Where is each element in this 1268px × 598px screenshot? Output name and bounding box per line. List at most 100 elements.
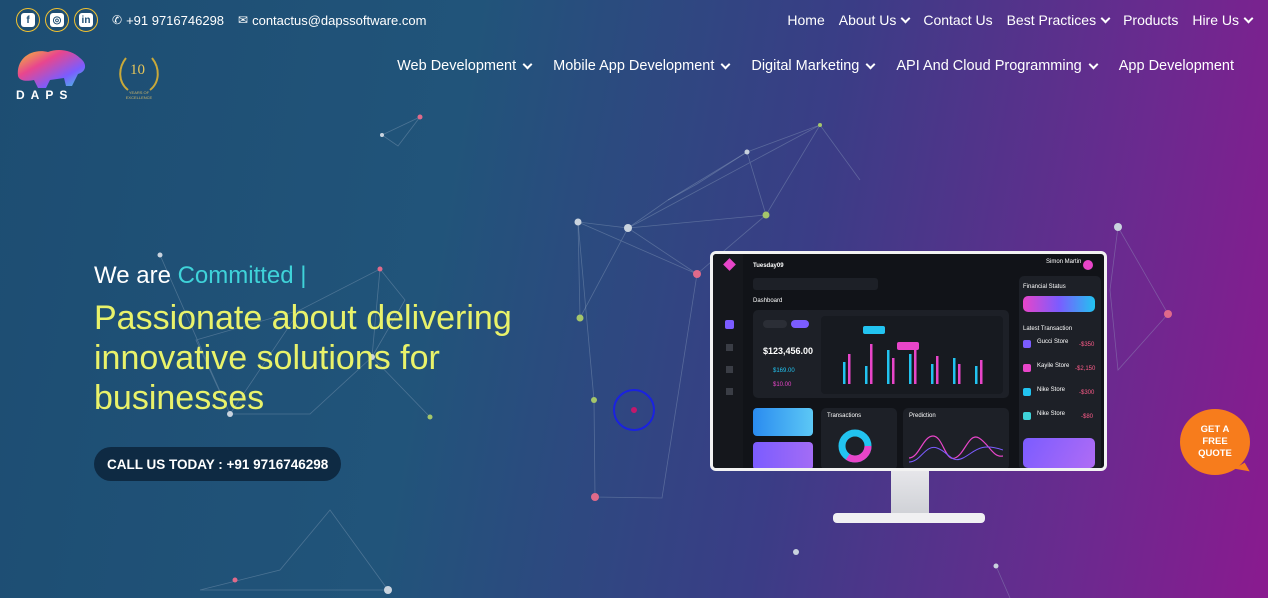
donut-chart [838,429,872,463]
nav-contact-us-label: Contact Us [923,12,993,28]
dash-search [753,278,878,290]
nav-contact-us[interactable]: Contact Us [923,12,992,28]
grid-icon [726,344,733,351]
wallet-icon [726,388,733,395]
social-links: f ◎ in [16,8,98,32]
transaction-amount: -$350 [1079,342,1095,348]
bar-mark [848,354,851,384]
nav-digital-marketing-label: Digital Marketing [751,58,860,74]
list-item[interactable]: Gucci Store -$350 [1023,338,1097,352]
transaction-name: Nike Store [1037,387,1066,393]
chevron-down-icon [1100,13,1111,23]
daps-logo[interactable]: DAPS [14,46,88,104]
financial-title: Financial Status [1023,284,1066,290]
hero-prefix: We are [94,262,178,289]
nav-home-label: Home [787,12,825,28]
prediction-panel: Prediction [903,408,1009,468]
card-blue [753,408,813,436]
transaction-name: Gucci Store [1037,339,1069,345]
transaction-amount: -$2,150 [1075,366,1096,372]
chevron-down-icon [720,59,731,69]
nav-home[interactable]: Home [787,12,824,28]
get-free-quote-button[interactable]: GET A FREE QUOTE [1180,409,1250,475]
bar-mark [914,348,917,384]
main-nav: Web Development Mobile App Development D… [397,58,1234,74]
dash-user: Simon Martin [1046,259,1082,265]
prediction-title: Prediction [909,413,936,419]
bar-mark [870,344,873,384]
envelope-icon: ✉ [238,13,249,27]
sub-value-1: $169.00 [773,368,795,374]
instagram-glyph: ◎ [50,13,64,27]
quote-line-3: QUOTE [1198,448,1232,459]
financial-card [1023,296,1095,312]
transactions-title: Transactions [827,413,862,419]
bar-mark [953,358,956,384]
nav-web-development[interactable]: Web Development [397,58,533,74]
award-badge: 10 YEARS OF EXCELLENCE [116,50,162,104]
chart-icon [726,366,733,373]
chevron-down-icon [865,59,876,69]
card-purple [753,442,813,468]
right-panel: Financial Status Latest Transaction Gucc… [1019,276,1101,468]
list-item[interactable]: Nike Store -$300 [1023,386,1097,400]
user-avatar [1083,260,1093,270]
nav-best-practices-label: Best Practices [1006,12,1097,28]
top-bar: f ◎ in ✆ +91 9716746298 ✉ contactus@daps… [16,7,1254,33]
bar-mark [936,356,939,384]
store-icon [1023,364,1031,372]
nav-products[interactable]: Products [1123,12,1178,28]
nav-app-development-label: App Development [1118,58,1234,74]
logo-text: DAPS [16,88,74,102]
bar-chart [821,316,1003,394]
bar-mark [892,358,895,384]
dashboard-sidebar [713,254,743,468]
call-us-button[interactable]: CALL US TODAY : +91 9716746298 [94,447,342,481]
email-link[interactable]: ✉ contactus@dapssoftware.com [238,13,426,28]
balance-panel: $123,456.00 $169.00 $10.00 [753,310,1009,398]
list-item[interactable]: Kayile Store -$2,150 [1023,362,1097,376]
home-icon [725,320,734,329]
nav-mobile-app-development[interactable]: Mobile App Development [553,58,731,74]
monitor-base [833,513,985,523]
monitor-neck [891,471,929,515]
bar-mark [843,362,846,384]
bar-mark [958,364,961,384]
nav-digital-marketing[interactable]: Digital Marketing [751,58,876,74]
list-item[interactable]: Nike Store -$80 [1023,410,1097,424]
sub-value-2: $10.00 [773,382,792,388]
nav-api-cloud[interactable]: API And Cloud Programming [896,58,1099,74]
linkedin-icon[interactable]: in [74,8,98,32]
hero-headline: Passionate about delivering innovative s… [94,299,512,417]
nav-about-us-label: About Us [838,12,897,28]
mouse-cursor-ring [613,389,655,431]
balance-amount: $123,456.00 [763,346,814,356]
quote-line-1: GET A [1200,424,1230,435]
instagram-icon[interactable]: ◎ [45,8,69,32]
bar-mark [909,354,912,384]
linkedin-glyph: in [79,13,93,27]
award-number: 10 [130,62,145,78]
bar-mark [865,366,868,384]
bar-mark [975,366,978,384]
award-text: YEARS OF EXCELLENCE [125,90,153,100]
nav-products-label: Products [1123,12,1179,28]
nav-about-us[interactable]: About Us [838,12,911,28]
nav-hire-us[interactable]: Hire Us [1192,12,1254,28]
chevron-down-icon [1243,13,1254,23]
nav-web-development-label: Web Development [397,58,517,74]
chevron-down-icon [1088,59,1099,69]
dashboard-monitor: Tuesday09 Dashboard Simon Martin $123,45… [710,251,1107,471]
bar-mark [980,360,983,384]
chevron-down-icon [900,13,911,23]
facebook-icon[interactable]: f [16,8,40,32]
transaction-name: Nike Store [1037,411,1066,417]
nav-app-development[interactable]: App Development [1119,58,1234,74]
nav-best-practices[interactable]: Best Practices [1006,12,1111,28]
transaction-amount: -$300 [1079,390,1095,396]
phone-link[interactable]: ✆ +91 9716746298 [112,13,224,28]
toggle-pill-active [791,320,809,328]
dashboard-screen: Tuesday09 Dashboard Simon Martin $123,45… [713,254,1104,468]
hero-tagline: We are Committed | [94,262,307,290]
bar-mark [887,350,890,384]
